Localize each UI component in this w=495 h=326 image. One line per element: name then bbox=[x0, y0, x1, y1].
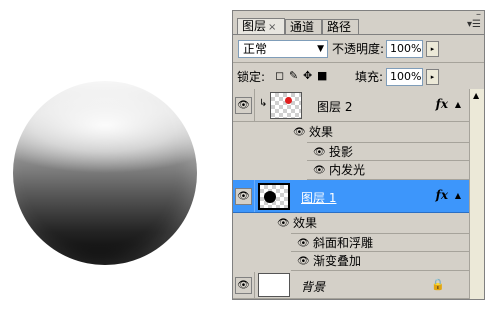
dropdown-arrow-icon: ▼ bbox=[317, 44, 324, 54]
fill-slider-button[interactable]: ▸ bbox=[426, 69, 439, 85]
layer-thumbnail[interactable] bbox=[258, 183, 290, 210]
effect-name: 内发光 bbox=[329, 163, 366, 177]
opacity-label: 不透明度: bbox=[332, 42, 385, 56]
visibility-eye-icon[interactable]: 👁 bbox=[235, 97, 252, 114]
lock-fill-row: 锁定: ◻ ✎ ✥ ■ 填充: 100% ▸ bbox=[233, 66, 484, 90]
tab-paths-label: 路径 bbox=[327, 20, 352, 34]
link-column bbox=[254, 272, 255, 298]
effects-label: 效果 bbox=[293, 216, 318, 230]
lock-image-brush-icon[interactable]: ✎ bbox=[289, 70, 298, 82]
layer-row-layer2[interactable]: 👁 ↳ 图层 2 fx ▲ bbox=[233, 89, 469, 122]
layer-name[interactable]: 图层 1 bbox=[301, 189, 336, 206]
effects-eye-icon[interactable]: 👁 bbox=[277, 214, 290, 233]
lock-all-icon[interactable]: ■ bbox=[317, 70, 327, 82]
panel-tabs: 图层 × 通道 路径 – ▾☰ bbox=[233, 10, 484, 35]
effects-eye-icon[interactable]: 👁 bbox=[293, 123, 306, 142]
red-dot-icon bbox=[285, 97, 292, 104]
layer-row-background[interactable]: 👁 背景 🔒 bbox=[233, 272, 469, 299]
layers-list: 👁 ↳ 图层 2 fx ▲ 👁 效果 👁 投影 👁 内发光 👁 图层 1 fx … bbox=[233, 89, 484, 299]
panel-menu-icon[interactable]: ▾☰ bbox=[467, 20, 481, 30]
visibility-eye-icon[interactable]: 👁 bbox=[235, 277, 252, 294]
close-icon[interactable]: × bbox=[268, 22, 276, 33]
effects-label: 效果 bbox=[309, 125, 334, 139]
effects-group[interactable]: 👁 效果 bbox=[233, 214, 469, 233]
expand-triangle-icon[interactable]: ▲ bbox=[455, 100, 461, 109]
tab-layers-label: 图层 bbox=[242, 19, 267, 33]
effect-eye-icon[interactable]: 👁 bbox=[313, 161, 326, 180]
lock-label: 锁定: bbox=[237, 70, 266, 84]
layer-thumbnail[interactable] bbox=[258, 273, 290, 297]
effect-item[interactable]: 👁 投影 bbox=[307, 142, 469, 161]
black-dot-icon bbox=[264, 191, 276, 203]
blend-opacity-row: 正常 ▼ 不透明度: 100% ▸ bbox=[233, 38, 484, 62]
layer-thumbnail[interactable] bbox=[270, 92, 302, 119]
clipping-arrow-icon: ↳ bbox=[259, 98, 268, 109]
panel-menu-controls[interactable]: – ▾☰ bbox=[467, 10, 481, 30]
effect-eye-icon[interactable]: 👁 bbox=[297, 252, 310, 271]
effect-item[interactable]: 👁 斜面和浮雕 bbox=[291, 233, 469, 252]
lock-transparency-icon[interactable]: ◻ bbox=[275, 70, 284, 82]
scroll-up-icon[interactable]: ▲ bbox=[473, 91, 479, 100]
tab-channels-label: 通道 bbox=[290, 20, 315, 34]
link-column bbox=[254, 180, 255, 212]
layers-panel: 图层 × 通道 路径 – ▾☰ 正常 ▼ 不透明度: 100% ▸ 锁定: ◻ ✎… bbox=[232, 10, 485, 300]
expand-triangle-icon[interactable]: ▲ bbox=[455, 191, 461, 200]
blend-mode-value: 正常 bbox=[243, 42, 268, 56]
separator bbox=[233, 62, 484, 63]
effect-name: 渐变叠加 bbox=[313, 254, 362, 268]
blend-mode-select[interactable]: 正常 ▼ bbox=[238, 40, 328, 58]
fill-label: 填充: bbox=[355, 70, 384, 84]
fx-icon[interactable]: fx bbox=[436, 188, 448, 202]
link-column bbox=[254, 89, 255, 121]
layer-name[interactable]: 图层 2 bbox=[317, 98, 352, 115]
opacity-slider-button[interactable]: ▸ bbox=[426, 41, 439, 57]
tab-channels[interactable]: 通道 bbox=[285, 19, 322, 35]
tab-paths[interactable]: 路径 bbox=[322, 19, 359, 35]
effects-group[interactable]: 👁 效果 bbox=[233, 123, 469, 142]
effect-name: 斜面和浮雕 bbox=[313, 236, 374, 250]
opacity-input[interactable]: 100% bbox=[386, 40, 423, 58]
fx-icon[interactable]: fx bbox=[436, 97, 448, 111]
effect-eye-icon[interactable]: 👁 bbox=[297, 234, 310, 253]
layer-name[interactable]: 背景 bbox=[301, 278, 325, 295]
lock-icon: 🔒 bbox=[431, 278, 445, 291]
fill-input[interactable]: 100% bbox=[386, 68, 423, 86]
effect-item[interactable]: 👁 内发光 bbox=[307, 161, 469, 180]
tab-divider bbox=[233, 34, 484, 35]
layer-row-layer1[interactable]: 👁 图层 1 fx ▲ bbox=[233, 180, 469, 213]
effect-eye-icon[interactable]: 👁 bbox=[313, 143, 326, 162]
tab-layers[interactable]: 图层 × bbox=[237, 18, 285, 35]
sphere-artwork bbox=[13, 81, 197, 265]
effect-item[interactable]: 👁 渐变叠加 bbox=[291, 252, 469, 271]
scrollbar[interactable]: ▲ bbox=[469, 89, 484, 299]
lock-position-move-icon[interactable]: ✥ bbox=[303, 70, 312, 82]
visibility-eye-icon[interactable]: 👁 bbox=[235, 188, 252, 205]
effect-name: 投影 bbox=[329, 145, 354, 159]
